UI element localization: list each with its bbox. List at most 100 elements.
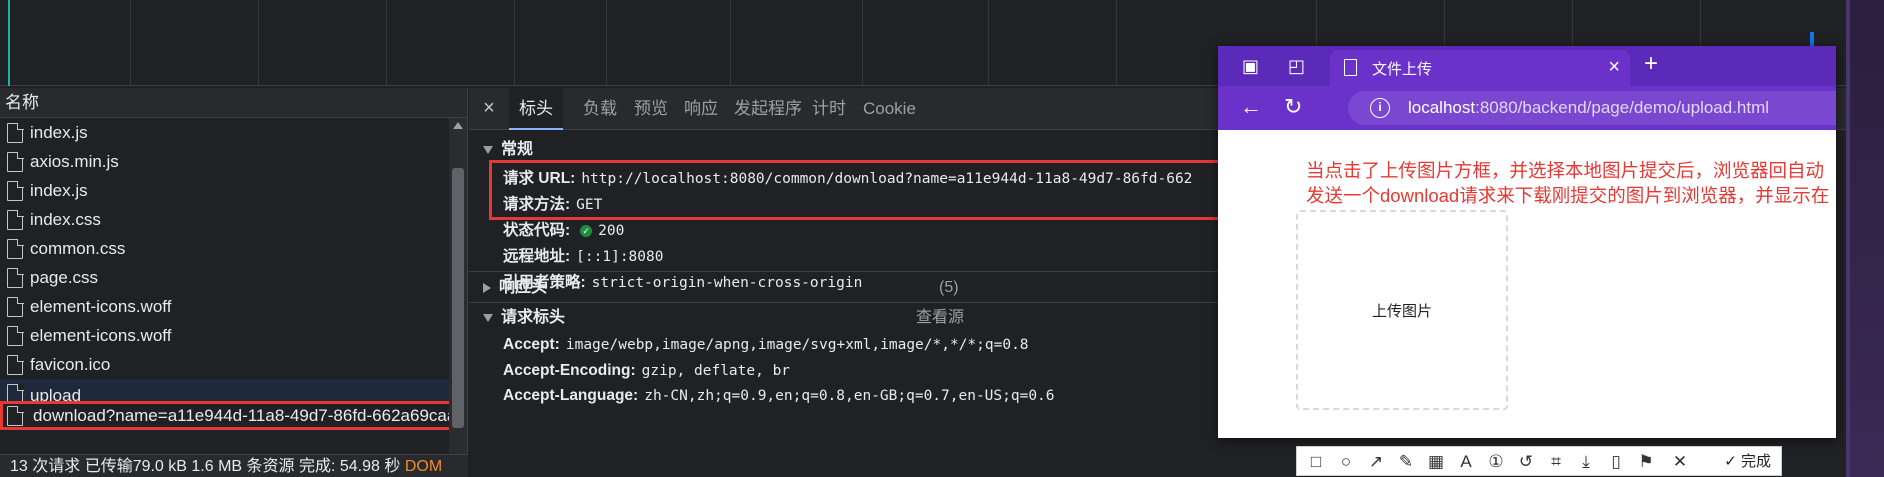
remote-address-value: [::1]:8080 [576,249,664,265]
upload-image-box[interactable]: 上传图片 [1296,210,1508,410]
refresh-icon[interactable]: ↻ [1284,96,1302,118]
request-name: favicon.ico [30,355,111,374]
mosaic-icon[interactable]: ▦ [1425,451,1447,473]
edge-tab-strip: ▣ ◰ 文件上传 × + [1218,46,1836,86]
response-headers-toggle[interactable]: 响应头 [483,276,547,300]
waterfall-gridline [514,0,515,86]
request-name: index.js [30,123,88,142]
view-source-link[interactable]: 查看源 [916,306,964,330]
request-row[interactable]: common.css [0,234,467,263]
request-headers-toggle[interactable]: 请求标头 [483,306,565,330]
request-name: element-icons.woff [30,326,172,345]
request-list-header[interactable]: 名称 [0,88,467,118]
waterfall-gridline [258,0,259,86]
site-info-icon[interactable]: i [1370,98,1390,118]
close-icon[interactable]: × [479,98,499,118]
request-row[interactable]: favicon.ico [0,350,467,379]
file-icon [7,383,24,401]
tab-actions-icon[interactable]: ▣ [1242,56,1259,76]
undo-icon[interactable]: ↺ [1515,451,1537,473]
file-icon [7,325,24,346]
bilibili-tab-icon[interactable]: ◰ [1288,56,1305,76]
page-icon [1344,59,1357,76]
scrollbar-thumb[interactable] [452,168,464,428]
done-button[interactable]: ✓ 完成 [1724,451,1771,473]
request-row[interactable]: page.css [0,263,467,292]
waterfall-request-bar [1810,32,1814,46]
request-row[interactable]: upload [0,379,467,401]
request-method-row: 请求方法: GET [503,192,602,218]
upload-image-label: 上传图片 [1371,303,1432,320]
file-icon [7,209,24,230]
ocr-icon[interactable]: ⌗ [1545,451,1567,473]
edge-address-bar: ← ↻ i localhost:8080/backend/page/demo/u… [1218,86,1836,130]
accept-encoding-row: Accept-Encoding: gzip, deflate, br [503,358,790,384]
edge-tab-active[interactable]: 文件上传 × [1330,50,1630,86]
accept-encoding-value: gzip, deflate, br [641,363,791,379]
request-row[interactable]: index.js [0,176,467,205]
request-name: index.js [30,181,88,200]
tab-preview[interactable]: 预览 [624,88,678,130]
back-icon[interactable]: ← [1240,96,1262,118]
general-section-toggle[interactable]: 常规 [483,138,533,162]
request-list: 名称 index.js axios.min.js index.js index.… [0,88,468,454]
new-tab-icon[interactable]: + [1644,52,1658,76]
download-icon[interactable]: ⤓ [1575,451,1597,473]
request-name: download?name=a11e944d-11a8-49d7-86fd-66… [33,406,462,425]
waterfall-gridline [988,0,989,86]
request-url-key: 请求 URL: [503,170,576,187]
request-name: common.css [30,239,126,258]
response-headers-count: (5) [939,279,959,296]
close-tab-icon[interactable]: × [1608,56,1620,79]
scroll-up-arrow-icon[interactable] [453,122,463,129]
file-icon [7,354,24,375]
referrer-policy-row: 引用者策略: strict-origin-when-cross-origin [503,270,862,296]
pin-icon[interactable]: ▯ [1605,451,1627,473]
circle-icon[interactable]: ○ [1335,451,1357,473]
file-icon [7,238,24,259]
tab-headers[interactable]: 标头 [509,88,563,130]
url-host: localhost [1408,98,1476,117]
status-dom-label: DOM [404,458,443,475]
waterfall-gridline [730,0,731,86]
pen-icon[interactable]: ✎ [1395,451,1417,473]
request-name: index.css [30,210,101,229]
status-ok-icon: ✓ [580,225,593,237]
tab-cookie[interactable]: Cookie [853,88,926,130]
url-field[interactable]: i localhost:8080/backend/page/demo/uploa… [1348,91,1836,125]
accept-language-row: Accept-Language: zh-CN,zh;q=0.9,en;q=0.8,… [503,383,1055,409]
waterfall-gridline [1116,0,1117,86]
request-url-row: 请求 URL: http://localhost:8080/common/down… [503,166,1192,192]
request-method-key: 请求方法: [503,196,571,213]
caret-down-icon [483,313,493,322]
request-row[interactable]: index.css [0,205,467,234]
tab-initiator[interactable]: 发起程序 [724,88,812,130]
tab-payload[interactable]: 负载 [573,88,627,130]
request-name: upload [30,386,82,401]
request-row[interactable]: element-icons.woff [0,321,467,350]
file-icon [7,296,24,317]
waterfall-gridline [130,0,131,86]
file-icon [7,267,24,288]
request-list-scrollbar[interactable] [449,118,467,454]
number-icon[interactable]: ① [1485,451,1507,473]
accept-language-value: zh-CN,zh;q=0.9,en;q=0.8,en-GB;q=0.7,en-U… [644,388,1055,404]
waterfall-gridline [606,0,607,86]
cancel-icon[interactable]: ✕ [1669,451,1691,473]
text-icon[interactable]: A [1455,451,1477,473]
rectangle-icon[interactable]: □ [1305,451,1327,473]
remote-address-key: 远程地址: [503,248,571,265]
request-row-selected[interactable]: download?name=a11e944d-11a8-49d7-86fd-66… [0,401,467,430]
arrow-icon[interactable]: ↗ [1365,451,1387,473]
request-name: element-icons.woff [30,297,172,316]
request-row[interactable]: element-icons.woff [0,292,467,321]
file-icon [7,180,24,201]
tab-response[interactable]: 响应 [674,88,728,130]
request-row[interactable]: index.js [0,118,467,147]
caret-right-icon [483,282,491,293]
tab-timing[interactable]: 计时 [802,88,856,130]
bookmark-icon[interactable]: ⚑ [1635,451,1657,473]
request-row[interactable]: axios.min.js [0,147,467,176]
request-name: axios.min.js [30,152,119,171]
caret-down-icon [483,145,493,154]
